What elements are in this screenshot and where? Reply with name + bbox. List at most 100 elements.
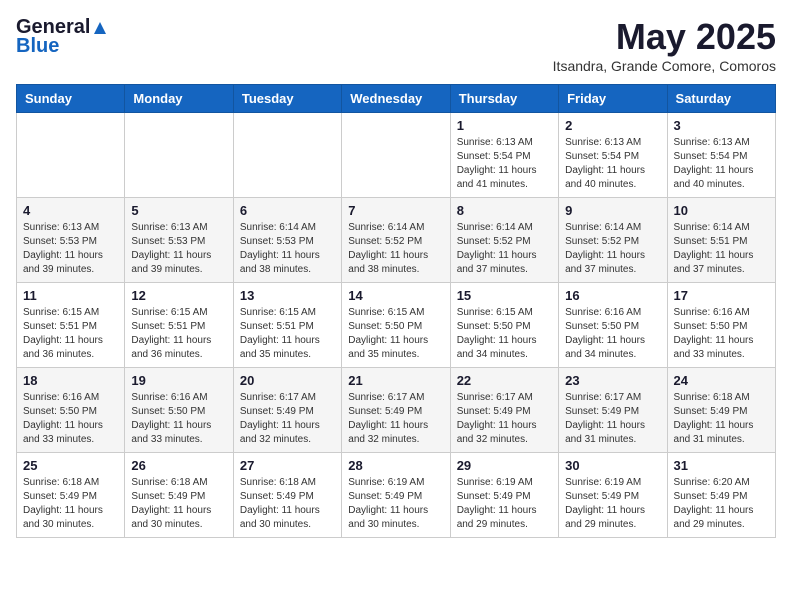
day-number: 10	[674, 203, 769, 218]
day-info: Sunrise: 6:18 AM Sunset: 5:49 PM Dayligh…	[23, 476, 118, 532]
weekday-header-wednesday: Wednesday	[342, 85, 450, 113]
calendar-cell: 24Sunrise: 6:18 AM Sunset: 5:49 PM Dayli…	[667, 368, 775, 453]
day-number: 2	[565, 118, 660, 133]
calendar-cell: 5 Sunrise: 6:13 AM Sunset: 5:53 PM Daylig…	[125, 198, 233, 283]
calendar-cell: 1 Sunrise: 6:13 AM Sunset: 5:54 PM Daylig…	[450, 113, 558, 198]
calendar-cell: 16Sunrise: 6:16 AM Sunset: 5:50 PM Dayli…	[559, 283, 667, 368]
day-number: 31	[674, 458, 769, 473]
logo-blue-text: Blue	[16, 35, 59, 58]
calendar-week-row: 4 Sunrise: 6:13 AM Sunset: 5:53 PM Daylig…	[17, 198, 776, 283]
day-info: Sunrise: 6:18 AM Sunset: 5:49 PM Dayligh…	[131, 476, 226, 532]
weekday-header-tuesday: Tuesday	[233, 85, 341, 113]
day-info: Sunrise: 6:18 AM Sunset: 5:49 PM Dayligh…	[240, 476, 335, 532]
calendar-cell	[17, 113, 125, 198]
calendar-cell: 29Sunrise: 6:19 AM Sunset: 5:49 PM Dayli…	[450, 453, 558, 538]
day-number: 3	[674, 118, 769, 133]
calendar-cell: 27 Sunrise: 6:18 AM Sunset: 5:49 PM Dayli…	[233, 453, 341, 538]
day-info: Sunrise: 6:17 AM Sunset: 5:49 PM Dayligh…	[240, 391, 335, 447]
day-number: 28	[348, 458, 443, 473]
calendar-cell: 20 Sunrise: 6:17 AM Sunset: 5:49 PM Dayli…	[233, 368, 341, 453]
calendar-cell: 14Sunrise: 6:15 AM Sunset: 5:50 PM Dayli…	[342, 283, 450, 368]
calendar-cell: 28Sunrise: 6:19 AM Sunset: 5:49 PM Dayli…	[342, 453, 450, 538]
calendar-cell	[342, 113, 450, 198]
day-info: Sunrise: 6:15 AM Sunset: 5:50 PM Dayligh…	[348, 306, 443, 362]
day-info: Sunrise: 6:15 AM Sunset: 5:50 PM Dayligh…	[457, 306, 552, 362]
calendar-cell: 23Sunrise: 6:17 AM Sunset: 5:49 PM Dayli…	[559, 368, 667, 453]
day-number: 4	[23, 203, 118, 218]
calendar-cell	[125, 113, 233, 198]
day-number: 6	[240, 203, 335, 218]
day-info: Sunrise: 6:16 AM Sunset: 5:50 PM Dayligh…	[565, 306, 660, 362]
day-info: Sunrise: 6:15 AM Sunset: 5:51 PM Dayligh…	[23, 306, 118, 362]
calendar-cell: 31Sunrise: 6:20 AM Sunset: 5:49 PM Dayli…	[667, 453, 775, 538]
weekday-header-monday: Monday	[125, 85, 233, 113]
calendar-cell: 11 Sunrise: 6:15 AM Sunset: 5:51 PM Dayli…	[17, 283, 125, 368]
day-info: Sunrise: 6:15 AM Sunset: 5:51 PM Dayligh…	[131, 306, 226, 362]
calendar-week-row: 11 Sunrise: 6:15 AM Sunset: 5:51 PM Dayli…	[17, 283, 776, 368]
calendar-week-row: 1 Sunrise: 6:13 AM Sunset: 5:54 PM Daylig…	[17, 113, 776, 198]
day-number: 11	[23, 288, 118, 303]
day-number: 1	[457, 118, 552, 133]
day-number: 26	[131, 458, 226, 473]
calendar-week-row: 25 Sunrise: 6:18 AM Sunset: 5:49 PM Dayli…	[17, 453, 776, 538]
day-info: Sunrise: 6:13 AM Sunset: 5:54 PM Dayligh…	[565, 136, 660, 192]
day-info: Sunrise: 6:14 AM Sunset: 5:52 PM Dayligh…	[565, 221, 660, 277]
calendar-body: 1 Sunrise: 6:13 AM Sunset: 5:54 PM Daylig…	[17, 113, 776, 538]
day-number: 15	[457, 288, 552, 303]
day-info: Sunrise: 6:13 AM Sunset: 5:53 PM Dayligh…	[131, 221, 226, 277]
day-number: 25	[23, 458, 118, 473]
day-number: 24	[674, 373, 769, 388]
calendar-cell: 17 Sunrise: 6:16 AM Sunset: 5:50 PM Dayli…	[667, 283, 775, 368]
day-number: 9	[565, 203, 660, 218]
calendar-cell: 30 Sunrise: 6:19 AM Sunset: 5:49 PM Dayli…	[559, 453, 667, 538]
calendar-cell: 25 Sunrise: 6:18 AM Sunset: 5:49 PM Dayli…	[17, 453, 125, 538]
day-info: Sunrise: 6:17 AM Sunset: 5:49 PM Dayligh…	[457, 391, 552, 447]
calendar-header-row: SundayMondayTuesdayWednesdayThursdayFrid…	[17, 85, 776, 113]
calendar-cell: 12 Sunrise: 6:15 AM Sunset: 5:51 PM Dayli…	[125, 283, 233, 368]
calendar-cell: 18 Sunrise: 6:16 AM Sunset: 5:50 PM Dayli…	[17, 368, 125, 453]
day-info: Sunrise: 6:14 AM Sunset: 5:51 PM Dayligh…	[674, 221, 769, 277]
calendar-cell: 6 Sunrise: 6:14 AM Sunset: 5:53 PM Daylig…	[233, 198, 341, 283]
day-number: 7	[348, 203, 443, 218]
calendar-cell: 4 Sunrise: 6:13 AM Sunset: 5:53 PM Daylig…	[17, 198, 125, 283]
day-number: 21	[348, 373, 443, 388]
day-number: 19	[131, 373, 226, 388]
calendar-cell: 13 Sunrise: 6:15 AM Sunset: 5:51 PM Dayli…	[233, 283, 341, 368]
day-info: Sunrise: 6:13 AM Sunset: 5:53 PM Dayligh…	[23, 221, 118, 277]
day-info: Sunrise: 6:15 AM Sunset: 5:51 PM Dayligh…	[240, 306, 335, 362]
weekday-header-saturday: Saturday	[667, 85, 775, 113]
day-info: Sunrise: 6:13 AM Sunset: 5:54 PM Dayligh…	[457, 136, 552, 192]
weekday-header-thursday: Thursday	[450, 85, 558, 113]
calendar-cell: 26 Sunrise: 6:18 AM Sunset: 5:49 PM Dayli…	[125, 453, 233, 538]
calendar-cell: 10 Sunrise: 6:14 AM Sunset: 5:51 PM Dayli…	[667, 198, 775, 283]
day-info: Sunrise: 6:19 AM Sunset: 5:49 PM Dayligh…	[565, 476, 660, 532]
calendar-cell: 7Sunrise: 6:14 AM Sunset: 5:52 PM Daylig…	[342, 198, 450, 283]
day-info: Sunrise: 6:14 AM Sunset: 5:52 PM Dayligh…	[457, 221, 552, 277]
day-info: Sunrise: 6:17 AM Sunset: 5:49 PM Dayligh…	[348, 391, 443, 447]
day-number: 18	[23, 373, 118, 388]
calendar-cell: 9 Sunrise: 6:14 AM Sunset: 5:52 PM Daylig…	[559, 198, 667, 283]
day-number: 30	[565, 458, 660, 473]
day-number: 22	[457, 373, 552, 388]
page-header: General Blue May 2025 Itsandra, Grande C…	[16, 16, 776, 74]
day-info: Sunrise: 6:16 AM Sunset: 5:50 PM Dayligh…	[674, 306, 769, 362]
day-number: 23	[565, 373, 660, 388]
title-block: May 2025 Itsandra, Grande Comore, Comoro…	[553, 16, 776, 74]
day-number: 27	[240, 458, 335, 473]
calendar-table: SundayMondayTuesdayWednesdayThursdayFrid…	[16, 84, 776, 538]
day-number: 8	[457, 203, 552, 218]
calendar-cell	[233, 113, 341, 198]
weekday-header-friday: Friday	[559, 85, 667, 113]
day-info: Sunrise: 6:19 AM Sunset: 5:49 PM Dayligh…	[457, 476, 552, 532]
day-number: 20	[240, 373, 335, 388]
day-number: 17	[674, 288, 769, 303]
calendar-cell: 15 Sunrise: 6:15 AM Sunset: 5:50 PM Dayli…	[450, 283, 558, 368]
logo-icon	[92, 20, 108, 36]
logo: General Blue	[16, 16, 108, 58]
day-info: Sunrise: 6:14 AM Sunset: 5:53 PM Dayligh…	[240, 221, 335, 277]
day-number: 13	[240, 288, 335, 303]
day-number: 12	[131, 288, 226, 303]
day-info: Sunrise: 6:16 AM Sunset: 5:50 PM Dayligh…	[23, 391, 118, 447]
day-number: 5	[131, 203, 226, 218]
calendar-cell: 19Sunrise: 6:16 AM Sunset: 5:50 PM Dayli…	[125, 368, 233, 453]
